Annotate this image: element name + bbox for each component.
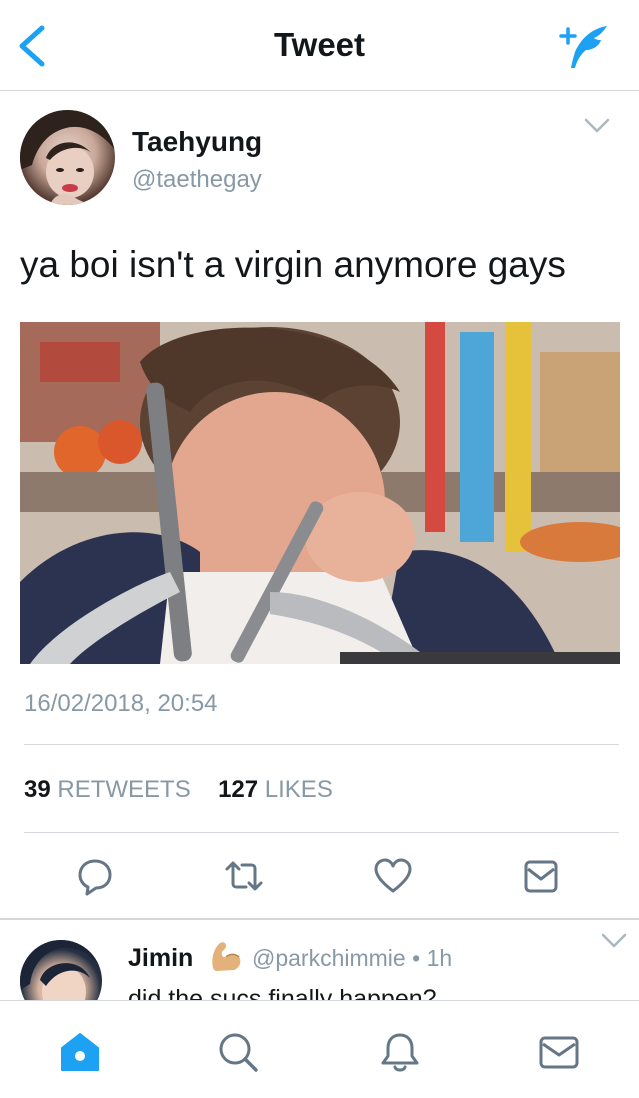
avatar[interactable] [20, 110, 115, 205]
tweet-photo[interactable] [20, 322, 620, 664]
messages-icon[interactable] [537, 1030, 581, 1074]
page-title: Tweet [273, 26, 366, 63]
retweet-label[interactable]: RETWEETS [57, 776, 190, 803]
author-handle[interactable]: @taethegay [132, 166, 262, 194]
like-icon[interactable] [373, 856, 413, 896]
tweet-timestamp: 16/02/2018, 20:54 [24, 690, 218, 717]
retweet-icon[interactable] [224, 856, 264, 896]
divider [24, 744, 619, 745]
compose-tweet-icon[interactable] [553, 22, 609, 72]
reply-icon[interactable] [75, 856, 115, 896]
reply-separator: • [412, 945, 421, 971]
top-nav-bar: Tweet [0, 0, 639, 91]
divider [24, 832, 619, 833]
retweet-count[interactable]: 39 [24, 776, 51, 803]
like-label[interactable]: LIKES [265, 776, 333, 803]
reply-handle-text[interactable]: @parkchimmie [252, 945, 406, 971]
like-count[interactable]: 127 [218, 776, 258, 803]
tweet-stats: 39 RETWEETS 127 LIKES [24, 776, 333, 804]
notifications-icon[interactable] [378, 1030, 422, 1074]
reply-time: 1h [426, 945, 453, 971]
direct-message-icon[interactable] [521, 856, 561, 896]
reply-author-name[interactable]: Jimin [128, 944, 193, 973]
search-icon[interactable] [216, 1030, 260, 1074]
muscle-emoji-icon [212, 942, 241, 971]
chevron-down-icon[interactable] [600, 930, 628, 952]
reply-handle[interactable]: @parkchimmie • 1h [252, 945, 452, 972]
author-name[interactable]: Taehyung [132, 126, 262, 158]
tweet-text: ya boi isn't a virgin anymore gays [20, 244, 566, 285]
home-icon[interactable] [58, 1030, 102, 1074]
section-divider [0, 918, 639, 920]
chevron-down-icon[interactable] [582, 114, 612, 138]
